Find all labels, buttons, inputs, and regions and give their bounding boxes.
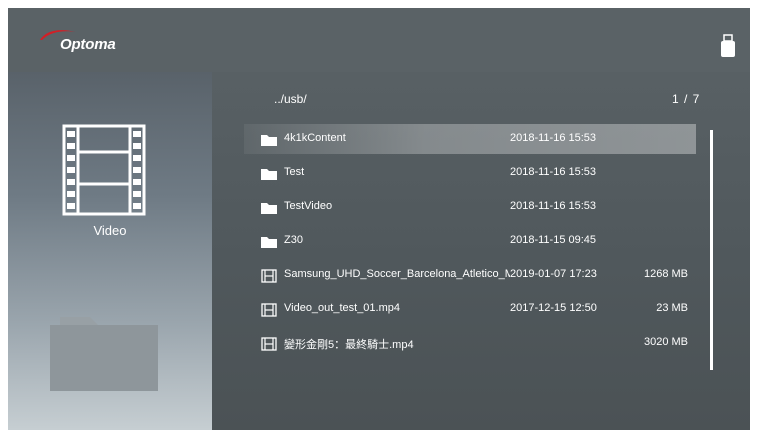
file-name: Test <box>284 166 305 178</box>
list-item[interactable]: Z30 2018-11-15 09:45 <box>244 226 696 256</box>
file-date: 2017-12-15 12:50 <box>510 302 597 314</box>
file-name: 變形金剛5：最終騎士.mp4 <box>284 339 414 351</box>
video-file-icon <box>261 269 277 283</box>
video-file-icon <box>261 303 277 317</box>
folder-icon <box>261 203 277 214</box>
file-name: Z30 <box>284 234 303 246</box>
category-label[interactable]: Video <box>8 223 212 238</box>
file-date: 2018-11-15 09:45 <box>510 234 597 246</box>
file-size: 1268 MB <box>643 268 688 280</box>
file-date: 2018-11-16 15:53 <box>510 132 597 144</box>
list-item[interactable]: 4k1kContent 2018-11-16 15:53 <box>244 124 696 154</box>
file-date: 2018-11-16 15:53 <box>510 166 597 178</box>
list-item[interactable]: Test 2018-11-16 15:53 <box>244 158 696 188</box>
file-date: 2019-01-07 17:23 <box>510 268 597 280</box>
file-size: 23 MB <box>656 302 688 314</box>
folder-icon <box>50 317 158 391</box>
media-player-screen: Optoma Video ../usb/ 1 / 7 4k1kContent 2… <box>8 8 750 430</box>
logo-text: Optoma <box>60 36 116 53</box>
file-name: TestVideo <box>284 200 333 212</box>
video-file-icon <box>261 337 277 351</box>
file-name: 4k1kContent <box>284 132 346 144</box>
top-bar: Optoma <box>8 8 750 72</box>
current-path: ../usb/ <box>274 92 307 106</box>
brand-logo: Optoma <box>38 28 128 54</box>
folder-icon <box>261 237 277 248</box>
file-size: 3020 MB <box>643 336 688 348</box>
list-item[interactable]: Samsung_UHD_Soccer_Barcelona_Atletico_Ma… <box>244 260 696 290</box>
folder-icon <box>261 169 277 180</box>
list-item[interactable]: TestVideo 2018-11-16 15:53 <box>244 192 696 222</box>
category-panel: Video <box>8 72 212 430</box>
list-item[interactable]: 變形金剛5：最終騎士.mp4 3020 MB <box>244 328 696 358</box>
usb-drive-icon <box>721 34 735 57</box>
film-strip-icon[interactable] <box>62 124 146 216</box>
list-item[interactable]: Video_out_test_01.mp4 2017-12-15 12:50 2… <box>244 294 696 324</box>
file-date: 2018-11-16 15:53 <box>510 200 597 212</box>
page-indicator: 1 / 7 <box>672 92 701 106</box>
file-name: Video_out_test_01.mp4 <box>284 302 400 314</box>
folder-icon <box>261 135 277 146</box>
scrollbar[interactable] <box>710 130 713 370</box>
file-name: Samsung_UHD_Soccer_Barcelona_Atletico_Ma… <box>284 268 510 280</box>
